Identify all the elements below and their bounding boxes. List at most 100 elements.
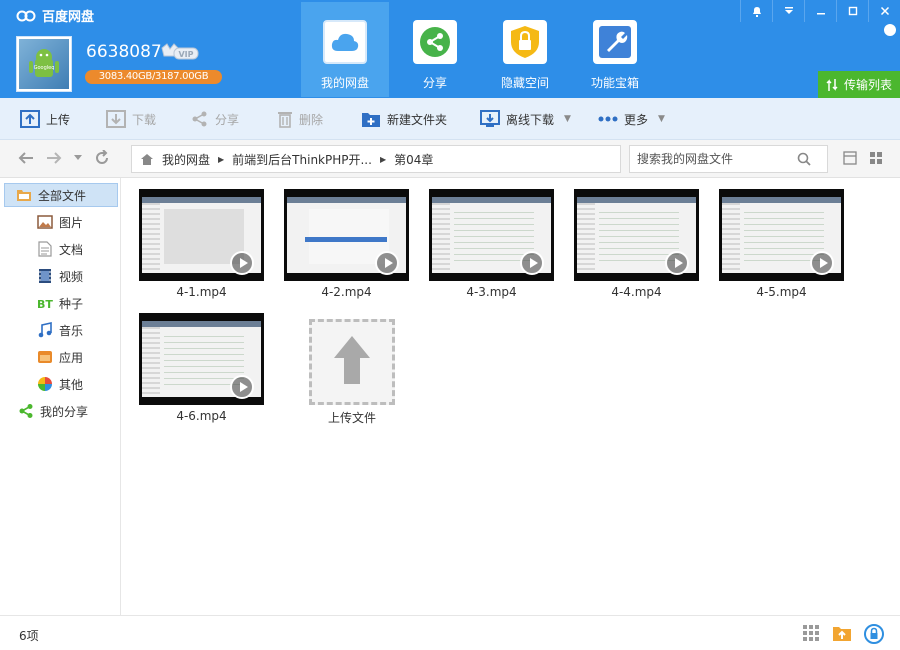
sidebar-item-my-shares[interactable]: 我的分享 [0, 399, 121, 423]
breadcrumb-separator-icon[interactable]: ▶ [218, 155, 224, 164]
new-folder-icon [362, 113, 380, 127]
notification-bell-button[interactable] [740, 0, 772, 22]
vip-text: VIP [178, 50, 193, 59]
app-title: 百度网盘 [16, 6, 94, 25]
upload-arrow-icon [334, 336, 370, 384]
upload-button[interactable]: 上传 [20, 108, 70, 130]
skin-icon[interactable] [882, 22, 898, 38]
history-dropdown-icon[interactable] [74, 155, 82, 161]
app-title-text: 百度网盘 [42, 10, 95, 25]
upload-file-tile[interactable] [309, 319, 395, 405]
share-button[interactable]: 分享 [191, 108, 239, 130]
breadcrumb-root[interactable]: 我的网盘 [162, 151, 210, 168]
transfer-label: 传输列表 [843, 78, 892, 92]
file-item[interactable]: 4-4.mp4 [574, 189, 699, 299]
toolbox-icon [593, 20, 637, 64]
file-name: 4-1.mp4 [176, 285, 227, 299]
file-item[interactable]: 4-3.mp4 [429, 189, 554, 299]
tab-label: 功能宝箱 [590, 76, 639, 90]
file-item[interactable]: 4-5.mp4 [719, 189, 844, 299]
breadcrumb-separator-icon[interactable]: ▶ [380, 155, 386, 164]
image-icon [37, 214, 53, 230]
tab-toolbox[interactable]: 功能宝箱 [571, 2, 659, 97]
download-button[interactable]: 下载 [106, 108, 156, 130]
sidebar-item-music[interactable]: 音乐 [0, 318, 121, 342]
file-item[interactable]: 4-2.mp4 [284, 189, 409, 299]
new-folder-button[interactable]: 新建文件夹 [361, 108, 447, 130]
sidebar-item-documents[interactable]: 文档 [0, 237, 121, 261]
file-item[interactable]: 4-6.mp4 [139, 313, 264, 423]
grid-view-icon[interactable] [869, 151, 883, 165]
sidebar-item-videos[interactable]: 视频 [0, 264, 121, 288]
sidebar-item-label: 种子 [59, 296, 84, 311]
security-lock-icon[interactable] [864, 624, 884, 644]
share-icon [192, 111, 207, 127]
grid-apps-icon[interactable] [802, 624, 820, 642]
video-icon [37, 268, 53, 284]
home-icon[interactable] [140, 153, 154, 166]
status-bar: 6项 [0, 615, 900, 650]
search-input[interactable] [637, 152, 797, 166]
tab-share[interactable]: 分享 [391, 2, 479, 97]
avatar[interactable]: Googleq [16, 36, 72, 92]
offline-download-label: 离线下载 [506, 112, 555, 127]
download-icon [106, 110, 126, 128]
menu-button[interactable] [772, 0, 804, 22]
more-label: 更多 [624, 112, 649, 127]
share-icon [18, 403, 34, 419]
tab-my-disk[interactable]: 我的网盘 [301, 2, 389, 97]
baidu-cloud-logo-icon [16, 10, 36, 21]
tab-label: 隐藏空间 [500, 76, 549, 90]
sidebar-item-label: 图片 [59, 215, 84, 230]
bt-icon: BT [37, 295, 53, 311]
sidebar-item-torrents[interactable]: BT 种子 [0, 291, 121, 315]
offline-download-button[interactable]: 离线下载 ▼ [480, 108, 571, 130]
search-icon[interactable] [797, 152, 811, 166]
video-thumbnail [429, 189, 554, 281]
download-label: 下载 [132, 112, 157, 127]
forward-arrow-icon[interactable] [46, 151, 62, 165]
vip-badge[interactable]: VIP [160, 42, 200, 62]
tab-hidden-space[interactable]: 隐藏空间 [481, 2, 569, 97]
title-bar: 百度网盘 Googleq 6638087 VIP 3083.40GB/3187.… [0, 0, 900, 98]
delete-button[interactable]: 删除 [277, 108, 323, 130]
item-count: 6项 [19, 629, 39, 643]
minimize-button[interactable] [804, 0, 836, 22]
avatar-text: Googleq [34, 65, 55, 71]
sidebar-item-label: 我的分享 [40, 404, 89, 419]
file-grid: 4-1.mp4 4-2.mp4 4-3.mp4 4-4.mp4 4-5.mp4 [122, 178, 900, 615]
play-icon [665, 251, 689, 275]
back-arrow-icon[interactable] [18, 151, 34, 165]
maximize-button[interactable] [836, 0, 868, 22]
file-item[interactable]: 4-1.mp4 [139, 189, 264, 299]
list-view-icon[interactable] [843, 151, 857, 165]
new-folder-label: 新建文件夹 [387, 112, 448, 127]
tab-label: 我的网盘 [320, 76, 369, 90]
lock-icon [503, 20, 547, 64]
more-dots-icon [598, 116, 618, 122]
cloud-icon [323, 20, 367, 64]
address-bar: 我的网盘 ▶ 前端到后台ThinkPHP开... ▶ 第04章 [0, 140, 900, 178]
upload-folder-icon[interactable] [832, 624, 852, 642]
other-icon [37, 376, 53, 392]
chevron-down-icon: ▼ [564, 114, 571, 124]
video-thumbnail [719, 189, 844, 281]
close-button[interactable] [868, 0, 900, 22]
svg-text:BT: BT [37, 298, 53, 309]
sidebar-item-all-files[interactable]: 全部文件 [0, 183, 121, 207]
sidebar-item-other[interactable]: 其他 [0, 372, 121, 396]
sidebar-item-apps[interactable]: 应用 [0, 345, 121, 369]
breadcrumb-parent[interactable]: 前端到后台ThinkPHP开... [232, 151, 372, 168]
breadcrumb: 我的网盘 ▶ 前端到后台ThinkPHP开... ▶ 第04章 [131, 145, 621, 173]
breadcrumb-current[interactable]: 第04章 [394, 151, 433, 168]
sidebar-item-images[interactable]: 图片 [0, 210, 121, 234]
transfer-list-button[interactable]: 传输列表 [818, 71, 900, 98]
play-icon [520, 251, 544, 275]
refresh-icon[interactable] [94, 150, 110, 166]
upload-icon [20, 110, 40, 128]
more-button[interactable]: 更多 ▼ [598, 108, 665, 130]
delete-label: 删除 [299, 112, 324, 127]
sidebar: 全部文件 图片 文档 视频 BT 种子 音乐 应用 其他 我的分享 [0, 178, 121, 615]
app-icon [37, 349, 53, 365]
upload-file-label[interactable]: 上传文件 [294, 409, 410, 426]
